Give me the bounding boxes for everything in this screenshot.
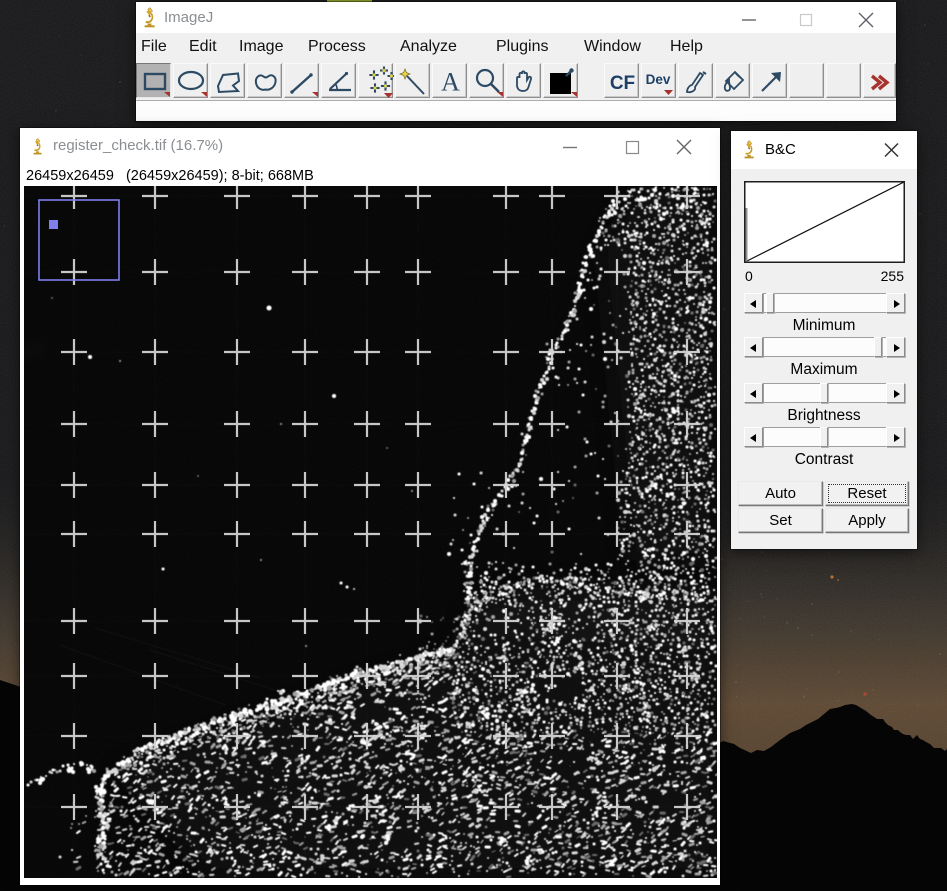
svg-text:CF: CF — [610, 73, 635, 94]
svg-text:A: A — [441, 68, 460, 97]
svg-text:Dev: Dev — [646, 72, 671, 87]
